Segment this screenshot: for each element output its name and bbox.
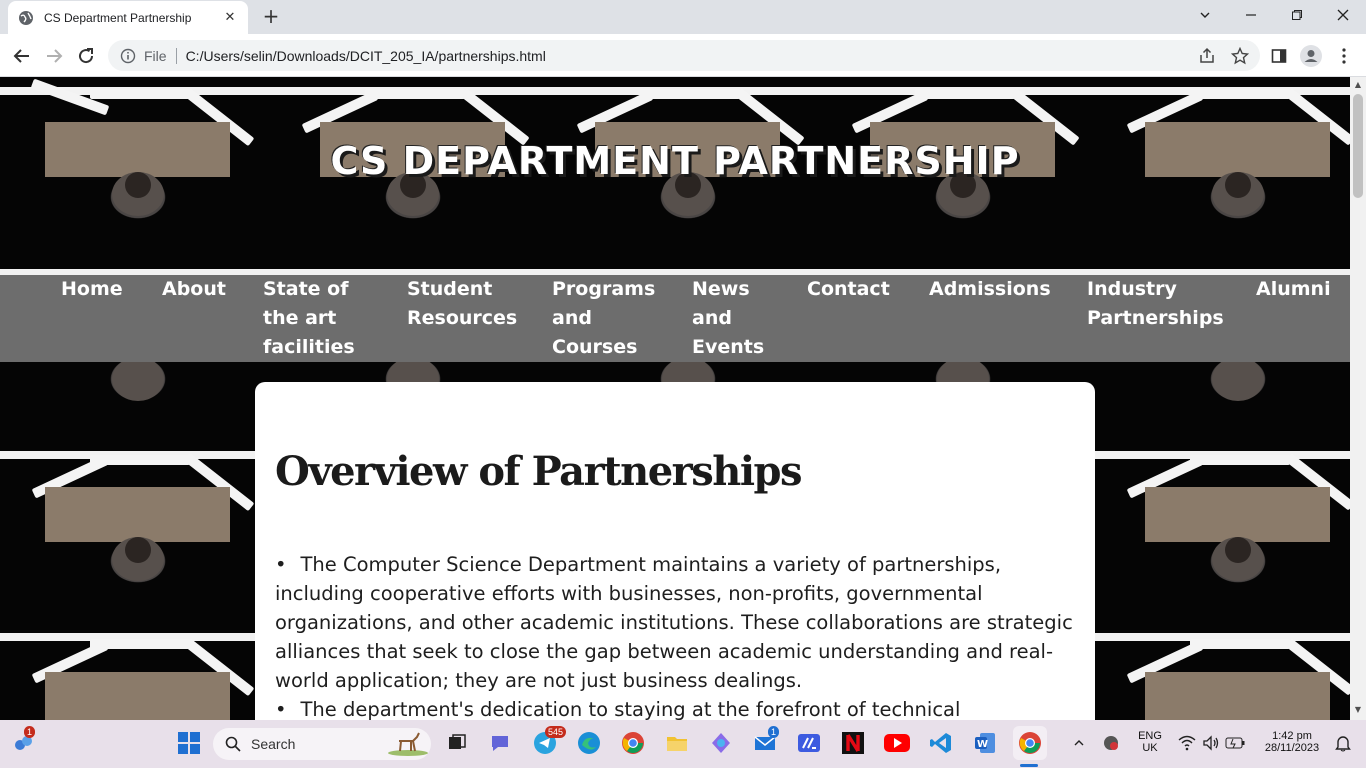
start-windows-icon[interactable] bbox=[175, 729, 203, 757]
nav-industry-line-1: Industry bbox=[1087, 278, 1177, 300]
wifi-icon[interactable] bbox=[1176, 729, 1198, 757]
telegram-badge: 545 bbox=[545, 726, 567, 738]
section-heading: Overview of Partnerships bbox=[275, 448, 803, 495]
forward-arrow-icon[interactable] bbox=[41, 43, 67, 69]
active-app-indicator bbox=[1020, 764, 1038, 767]
keyboard-layout: UK bbox=[1142, 742, 1158, 754]
widgets-badge: 1 bbox=[24, 726, 36, 738]
url-scheme-label: File bbox=[144, 47, 167, 64]
tab-search-icon[interactable] bbox=[1182, 0, 1228, 30]
minimize-icon[interactable] bbox=[1228, 0, 1274, 30]
nav-about[interactable]: About bbox=[162, 275, 226, 304]
page-title: CS DEPARTMENT PARTNERSHIP bbox=[330, 139, 1020, 183]
nav-home[interactable]: Home bbox=[61, 275, 123, 304]
word-icon[interactable]: W bbox=[971, 729, 999, 757]
nav-facilities-line-2: the art bbox=[263, 307, 337, 329]
mail-badge: 1 bbox=[768, 726, 780, 738]
battery-icon[interactable] bbox=[1224, 729, 1246, 757]
browser-toolbar: File C:/Users/selin/Downloads/DCIT_205_I… bbox=[0, 34, 1366, 77]
volume-icon[interactable] bbox=[1200, 729, 1222, 757]
nav-programs-line-2: and bbox=[552, 307, 592, 329]
profile-avatar-icon[interactable] bbox=[1298, 43, 1324, 69]
nav-news-line-2: and bbox=[692, 307, 732, 329]
side-panel-icon[interactable] bbox=[1266, 43, 1292, 69]
nav-industry-partnerships[interactable]: Industry Partnerships bbox=[1087, 275, 1224, 333]
nav-programs[interactable]: Programs and Courses bbox=[552, 275, 655, 362]
clock-date: 28/11/2023 bbox=[1264, 742, 1320, 754]
page-viewport: CS DEPARTMENT PARTNERSHIP Home About Sta… bbox=[0, 77, 1350, 720]
vscode-icon[interactable] bbox=[927, 729, 955, 757]
bookmark-star-icon[interactable] bbox=[1231, 47, 1249, 65]
visual-studio-app-icon[interactable] bbox=[795, 729, 823, 757]
nav-student-resources-line-1: Student bbox=[407, 278, 493, 300]
partnership-list: The Computer Science Department maintain… bbox=[275, 550, 1075, 720]
taskbar-search[interactable]: Search bbox=[213, 728, 431, 760]
nav-student-resources-line-2: Resources bbox=[407, 307, 518, 329]
nav-admissions[interactable]: Admissions bbox=[929, 275, 1051, 304]
globe-icon bbox=[19, 10, 33, 25]
nav-programs-line-1: Programs bbox=[552, 278, 656, 300]
content-card: Overview of Partnerships The Computer Sc… bbox=[255, 382, 1095, 720]
tab-strip: CS Department Partnership ✕ + bbox=[0, 0, 1366, 34]
browser-tab-active[interactable]: CS Department Partnership ✕ bbox=[8, 1, 248, 34]
svg-text:W: W bbox=[977, 739, 988, 750]
info-icon[interactable] bbox=[120, 48, 136, 64]
search-icon bbox=[225, 736, 241, 752]
close-tab-icon[interactable]: ✕ bbox=[222, 10, 238, 25]
edge-browser-icon[interactable] bbox=[575, 729, 603, 757]
file-explorer-icon[interactable] bbox=[663, 729, 691, 757]
clock-time: 1:42 pm bbox=[1272, 730, 1312, 742]
close-window-icon[interactable] bbox=[1320, 0, 1366, 30]
copilot-icon[interactable] bbox=[707, 729, 735, 757]
url-text[interactable]: C:/Users/selin/Downloads/DCIT_205_IA/par… bbox=[186, 48, 546, 64]
restore-icon[interactable] bbox=[1274, 0, 1320, 30]
chrome-active-icon[interactable] bbox=[1013, 726, 1047, 760]
taskbar: 1 Search 545 1 W ENG UK 1:42 pm 28/11/20… bbox=[0, 720, 1366, 768]
share-icon[interactable] bbox=[1198, 47, 1216, 65]
nav-facilities-line-1: State of bbox=[263, 278, 349, 300]
antivirus-tray-icon[interactable] bbox=[1098, 729, 1124, 757]
address-bar[interactable]: File C:/Users/selin/Downloads/DCIT_205_I… bbox=[108, 40, 1260, 71]
netflix-icon[interactable] bbox=[839, 729, 867, 757]
page-scrollbar[interactable]: ▲ ▼ bbox=[1350, 77, 1366, 720]
mail-icon[interactable]: 1 bbox=[751, 726, 780, 757]
list-item: The Computer Science Department maintain… bbox=[275, 550, 1075, 695]
reload-icon[interactable] bbox=[73, 43, 99, 69]
task-view-icon[interactable] bbox=[443, 729, 471, 757]
language-indicator[interactable]: ENG UK bbox=[1130, 730, 1170, 754]
clock[interactable]: 1:42 pm 28/11/2023 bbox=[1254, 730, 1330, 754]
chrome-icon[interactable] bbox=[619, 729, 647, 757]
scroll-down-arrow-icon[interactable]: ▼ bbox=[1353, 705, 1363, 715]
hero-banner: CS DEPARTMENT PARTNERSHIP bbox=[0, 77, 1350, 275]
nav-contact[interactable]: Contact bbox=[807, 275, 890, 304]
back-arrow-icon[interactable] bbox=[9, 43, 35, 69]
nav-industry-line-2: Partnerships bbox=[1087, 307, 1224, 329]
tab-title: CS Department Partnership bbox=[44, 10, 192, 25]
notifications-icon[interactable] bbox=[1332, 729, 1354, 757]
url-separator bbox=[175, 47, 177, 64]
chevron-up-icon[interactable] bbox=[1066, 729, 1092, 757]
nav-news-line-3: Events bbox=[692, 336, 765, 358]
deer-illustration-icon bbox=[388, 732, 428, 756]
nav-alumni[interactable]: Alumni bbox=[1256, 275, 1331, 304]
nav-facilities[interactable]: State of the art facilities bbox=[263, 275, 355, 362]
youtube-icon[interactable] bbox=[883, 729, 911, 757]
nav-student-resources[interactable]: Student Resources bbox=[407, 275, 517, 333]
main-nav: Home About State of the art facilities S… bbox=[0, 275, 1350, 362]
search-placeholder: Search bbox=[251, 736, 296, 752]
new-tab-icon[interactable]: + bbox=[260, 5, 282, 27]
list-item: The department's dedication to staying a… bbox=[275, 695, 1075, 720]
telegram-icon[interactable]: 545 bbox=[531, 726, 567, 757]
scroll-thumb[interactable] bbox=[1353, 94, 1363, 198]
widgets-icon[interactable]: 1 bbox=[10, 726, 38, 757]
more-menu-icon[interactable] bbox=[1331, 43, 1357, 69]
language-code: ENG bbox=[1138, 730, 1162, 742]
nav-news-line-1: News bbox=[692, 278, 750, 300]
teams-chat-icon[interactable] bbox=[487, 729, 515, 757]
nav-facilities-line-3: facilities bbox=[263, 336, 355, 358]
nav-programs-line-3: Courses bbox=[552, 336, 638, 358]
nav-news[interactable]: News and Events bbox=[692, 275, 764, 362]
scroll-up-arrow-icon[interactable]: ▲ bbox=[1353, 80, 1363, 90]
